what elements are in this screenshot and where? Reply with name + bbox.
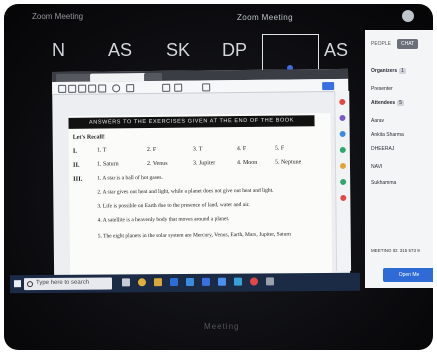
home-icon[interactable]: [78, 84, 87, 93]
attendee-name[interactable]: Aarav: [371, 118, 384, 124]
pdf-page: ANSWERS TO THE EXERCISES GIVEN AT THE EN…: [68, 113, 333, 276]
answer-line: 1. A star is a ball of hot gases.: [97, 174, 163, 182]
participants-icon[interactable]: [402, 10, 414, 22]
attendees-label: Attendees: [371, 100, 396, 106]
windows-start-icon[interactable]: [13, 280, 22, 288]
print-icon[interactable]: [88, 84, 97, 93]
answer-line: 3. Life is possible on Earth due to the …: [97, 201, 250, 210]
search-icon: [26, 281, 34, 288]
chrome-icon[interactable]: [249, 277, 259, 286]
participants-panel: PEOPLE CHAT Organizers 1 Presenter Attend…: [365, 30, 433, 288]
meeting-title-bar: Zoom Meeting Zoom Meeting: [12, 6, 414, 28]
cursor-icon[interactable]: [162, 83, 171, 92]
answer-cell: 1. Saturn: [96, 161, 119, 168]
presenter-label: Presenter: [371, 86, 393, 92]
mail-icon[interactable]: [201, 277, 211, 286]
answer-line: 4. A satellite is a heavenly body that m…: [97, 216, 230, 224]
browser-icon[interactable]: [233, 277, 243, 286]
organizers-count: 1: [399, 68, 406, 74]
answer-cell: 3. Jupiter: [192, 160, 216, 167]
share-icon[interactable]: [322, 82, 335, 91]
tool-icon[interactable]: [339, 114, 346, 121]
answers-heading: ANSWERS TO THE EXERCISES GIVEN AT THE EN…: [68, 115, 315, 129]
search-placeholder: Type here to search: [35, 279, 90, 287]
save-icon[interactable]: [98, 84, 107, 93]
organizers-row[interactable]: Organizers 1: [371, 68, 406, 74]
answer-cell: 5. Neptune: [274, 159, 302, 166]
section-title: Let's Recall!: [72, 134, 105, 141]
text-icon[interactable]: [174, 83, 183, 92]
attendee-name[interactable]: DHEERAJ: [371, 146, 394, 152]
tool-icon[interactable]: [339, 146, 346, 153]
participant-tile-initials[interactable]: AS: [108, 40, 132, 61]
participant-tile-initials[interactable]: AS: [324, 40, 348, 61]
organizers-label: Organizers: [371, 68, 398, 74]
answer-cell: 1. T: [96, 147, 107, 154]
meeting-id: MEETING ID: 315 573 9: [371, 248, 420, 253]
attendee-name[interactable]: Ankita Sharma: [371, 132, 404, 138]
answer-line: 2. A star gives out heat and light, whil…: [97, 187, 274, 196]
answer-line: 5. The eight planets in the solar system…: [97, 231, 291, 240]
open-meeting-button[interactable]: Open Me: [383, 268, 433, 282]
forward-icon[interactable]: [68, 84, 77, 93]
pdf-tools-sidebar: [334, 90, 352, 272]
attendees-count: 5: [397, 100, 404, 106]
tool-icon[interactable]: [339, 98, 346, 105]
participant-tile-initials[interactable]: DP: [222, 40, 247, 61]
participant-tile-initials[interactable]: SK: [166, 40, 190, 61]
tool-icon[interactable]: [340, 194, 347, 201]
section-number: III.: [73, 175, 83, 183]
pdf-toolbar: [52, 78, 349, 95]
settings-icon[interactable]: [265, 277, 275, 286]
tab-chat[interactable]: CHAT: [397, 39, 419, 49]
answer-cell: 4. F: [236, 145, 247, 153]
answer-cell: 4. Moon: [236, 159, 258, 167]
attendees-row[interactable]: Attendees 5: [371, 100, 404, 106]
chrome-icon[interactable]: [137, 278, 147, 287]
browser-tab[interactable]: [144, 72, 163, 82]
panel-tabs: PEOPLE CHAT: [369, 38, 433, 50]
attendee-name[interactable]: NAVI: [371, 164, 382, 170]
windows-taskbar: Type here to search: [9, 272, 361, 294]
section-number: I.: [72, 147, 78, 155]
taskbar-search-box[interactable]: Type here to search: [23, 277, 113, 291]
word-icon[interactable]: [169, 278, 179, 287]
zoom-icon[interactable]: [217, 277, 227, 286]
file-explorer-icon[interactable]: [153, 278, 163, 287]
tool-icon[interactable]: [339, 162, 347, 169]
tab-people[interactable]: PEOPLE: [371, 41, 391, 47]
section-number: II.: [72, 161, 80, 169]
meeting-bottom-label: Meeting: [204, 322, 240, 331]
answer-cell: 5. F: [274, 145, 285, 152]
photo-frame: Zoom Meeting Zoom Meeting N AS SK DP AS …: [0, 0, 437, 354]
attendee-name[interactable]: Sukhamma: [371, 180, 396, 186]
zoom-icon[interactable]: [112, 84, 121, 93]
meeting-app-title: Zoom Meeting: [32, 12, 84, 21]
store-icon[interactable]: [185, 277, 195, 286]
tool-icon[interactable]: [340, 178, 347, 185]
presenter-row[interactable]: Presenter: [371, 86, 393, 92]
task-view-icon[interactable]: [121, 278, 131, 287]
undo-icon[interactable]: [126, 84, 135, 93]
back-icon[interactable]: [58, 84, 67, 93]
highlight-icon[interactable]: [202, 83, 211, 92]
tool-icon[interactable]: [339, 130, 346, 137]
screen-photo: Zoom Meeting Zoom Meeting N AS SK DP AS …: [4, 4, 433, 350]
meeting-title: Zoom Meeting: [237, 13, 293, 22]
shared-screen: ANSWERS TO THE EXERCISES GIVEN AT THE EN…: [52, 68, 352, 292]
participant-tile-initials[interactable]: N: [52, 40, 65, 61]
answer-cell: 2. Venus: [146, 160, 168, 168]
answer-cell: 2. F: [146, 146, 157, 154]
answer-cell: 3. T: [192, 146, 203, 153]
